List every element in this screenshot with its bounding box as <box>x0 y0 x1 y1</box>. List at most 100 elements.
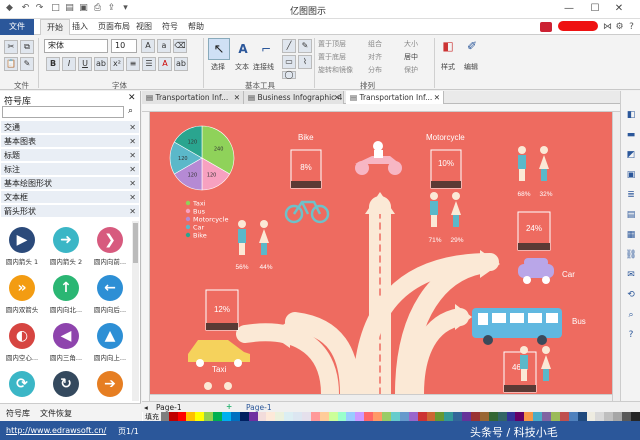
color-swatch[interactable] <box>497 412 507 421</box>
color-swatch[interactable] <box>159 412 169 421</box>
tab-file-recovery[interactable]: 文件恢复 <box>40 408 72 419</box>
color-swatch[interactable] <box>337 412 347 421</box>
ellipse-icon[interactable]: ◯ <box>282 71 296 79</box>
color-swatch[interactable] <box>239 412 249 421</box>
close-icon[interactable]: ✕ <box>129 191 136 204</box>
search-icon[interactable]: ⌕ <box>128 106 133 116</box>
page-icon[interactable]: ▤ <box>625 209 637 221</box>
page-nav-icon[interactable]: ◂ <box>144 403 148 412</box>
shape-item[interactable]: ◐ 圆内空心... <box>0 323 44 362</box>
pen-icon[interactable]: ✎ <box>298 39 312 53</box>
color-swatch[interactable] <box>213 412 223 421</box>
color-swatch[interactable] <box>559 412 569 421</box>
color-swatch[interactable] <box>186 412 196 421</box>
color-swatch[interactable] <box>355 412 365 421</box>
shape-item[interactable]: ← 圆内向后... <box>88 275 132 314</box>
align-icon[interactable]: ☰ <box>142 57 156 71</box>
color-swatch[interactable] <box>622 412 631 421</box>
redo-icon[interactable]: ↷ <box>34 3 45 14</box>
close-icon[interactable]: ✕ <box>234 91 240 104</box>
color-swatch[interactable] <box>293 412 303 421</box>
superscript-icon[interactable]: x² <box>110 57 124 71</box>
color-swatch[interactable] <box>470 412 480 421</box>
rectangle-icon[interactable]: ▭ <box>282 55 296 69</box>
color-swatch[interactable] <box>444 412 454 421</box>
close-icon[interactable]: ✕ <box>129 135 136 148</box>
close-icon[interactable]: ✕ <box>334 91 340 104</box>
color-swatch[interactable] <box>382 412 391 421</box>
horizontal-scrollbar[interactable] <box>150 394 612 401</box>
close-icon[interactable]: ✕ <box>129 177 136 190</box>
color-swatch[interactable] <box>408 412 418 421</box>
mode-share-pie-chart[interactable]: 240 120 120 120 120 <box>169 125 235 191</box>
center-button[interactable]: 居中 <box>404 52 418 62</box>
color-swatch[interactable] <box>275 412 285 421</box>
font-family-select[interactable]: 宋体 <box>44 39 108 53</box>
color-swatch[interactable] <box>177 412 187 421</box>
shape-item[interactable]: » 圆内双箭头 <box>0 275 44 314</box>
color-swatch[interactable] <box>630 412 640 421</box>
polyline-icon[interactable]: ⌇ <box>298 55 312 69</box>
shape-item[interactable]: ❯ 圆内向前... <box>88 227 132 266</box>
save-icon[interactable]: ▣ <box>78 3 89 14</box>
category-basic-shapes[interactable]: 基本绘图形状 ✕ <box>1 177 139 190</box>
grow-font-icon[interactable]: A <box>141 39 155 53</box>
menu-view[interactable]: 视图 <box>130 19 158 35</box>
color-swatch[interactable] <box>248 412 258 421</box>
menu-help[interactable]: 帮助 <box>182 19 210 35</box>
history-icon[interactable]: ⟲ <box>625 289 637 301</box>
bring-to-front-button[interactable]: 置于顶层 <box>318 39 346 49</box>
italic-icon[interactable]: I <box>62 57 76 71</box>
color-swatch[interactable] <box>302 412 311 421</box>
shape-item[interactable]: ▲ 圆内向上... <box>88 323 132 362</box>
format-icon[interactable]: ◧ <box>625 109 637 121</box>
color-swatch[interactable] <box>284 412 294 421</box>
select-tool-icon[interactable]: ↖ <box>208 38 230 60</box>
category-basic-charts[interactable]: 基本图表 ✕ <box>1 135 139 148</box>
drawing-canvas[interactable]: 240 120 120 120 120 Taxi Bus Motorcycle Car Bike… <box>142 104 620 401</box>
color-palette[interactable] <box>142 412 640 421</box>
find-icon[interactable]: ⌕ <box>625 309 637 321</box>
page-select[interactable]: Page-1 <box>156 403 182 412</box>
group-button[interactable]: 组合 <box>368 39 382 49</box>
text-tool-icon[interactable]: A <box>233 38 253 60</box>
category-titles[interactable]: 标题 ✕ <box>1 149 139 162</box>
color-swatch[interactable] <box>595 412 605 421</box>
website-link[interactable]: http://www.edrawsoft.cn/ <box>6 426 106 435</box>
symbol-search-input[interactable] <box>2 106 124 118</box>
bold-icon[interactable]: B <box>46 57 60 71</box>
grid-icon[interactable]: ▦ <box>625 229 637 241</box>
category-arrows[interactable]: 箭头形状 ✕ <box>1 205 139 218</box>
doc-tab-2[interactable]: ▤ Business Infographic 4 ✕ <box>244 91 344 104</box>
color-swatch[interactable] <box>222 412 231 421</box>
color-swatch[interactable] <box>373 412 383 421</box>
close-icon[interactable]: ✕ <box>129 149 136 162</box>
color-swatch[interactable] <box>417 412 427 421</box>
shape-item[interactable]: ➔ <box>88 371 132 400</box>
color-swatch[interactable] <box>453 412 463 421</box>
shadow-icon[interactable]: ◩ <box>625 149 637 161</box>
shape-item[interactable]: ◀ 圆内三角... <box>44 323 88 362</box>
font-size-select[interactable]: 10 <box>111 39 137 53</box>
color-swatch[interactable] <box>195 412 205 421</box>
maximize-button[interactable]: ☐ <box>588 2 602 16</box>
menu-file[interactable]: 文件 <box>0 19 34 35</box>
color-swatch[interactable] <box>586 412 596 421</box>
font-color-icon[interactable]: A <box>158 57 172 71</box>
color-swatch[interactable] <box>604 412 614 421</box>
help-icon[interactable]: ? <box>626 22 637 33</box>
close-icon[interactable]: ✕ <box>129 163 136 176</box>
color-swatch[interactable] <box>399 412 409 421</box>
help-icon[interactable]: ? <box>625 329 637 341</box>
send-to-back-button[interactable]: 置于底层 <box>318 52 346 62</box>
close-icon[interactable]: ✕ <box>129 121 136 134</box>
shape-item[interactable]: ➜ 圆内箭头 2 <box>44 227 88 266</box>
color-swatch[interactable] <box>568 412 578 421</box>
category-textbox[interactable]: 文本框 ✕ <box>1 191 139 204</box>
customize-icon[interactable]: ▾ <box>120 3 131 14</box>
layers-icon[interactable]: ≣ <box>625 189 637 201</box>
distribute-button[interactable]: 分布 <box>368 65 382 75</box>
format-painter-icon[interactable]: ✎ <box>20 57 34 71</box>
category-traffic[interactable]: 交通 ✕ <box>1 121 139 134</box>
color-swatch[interactable] <box>613 412 623 421</box>
